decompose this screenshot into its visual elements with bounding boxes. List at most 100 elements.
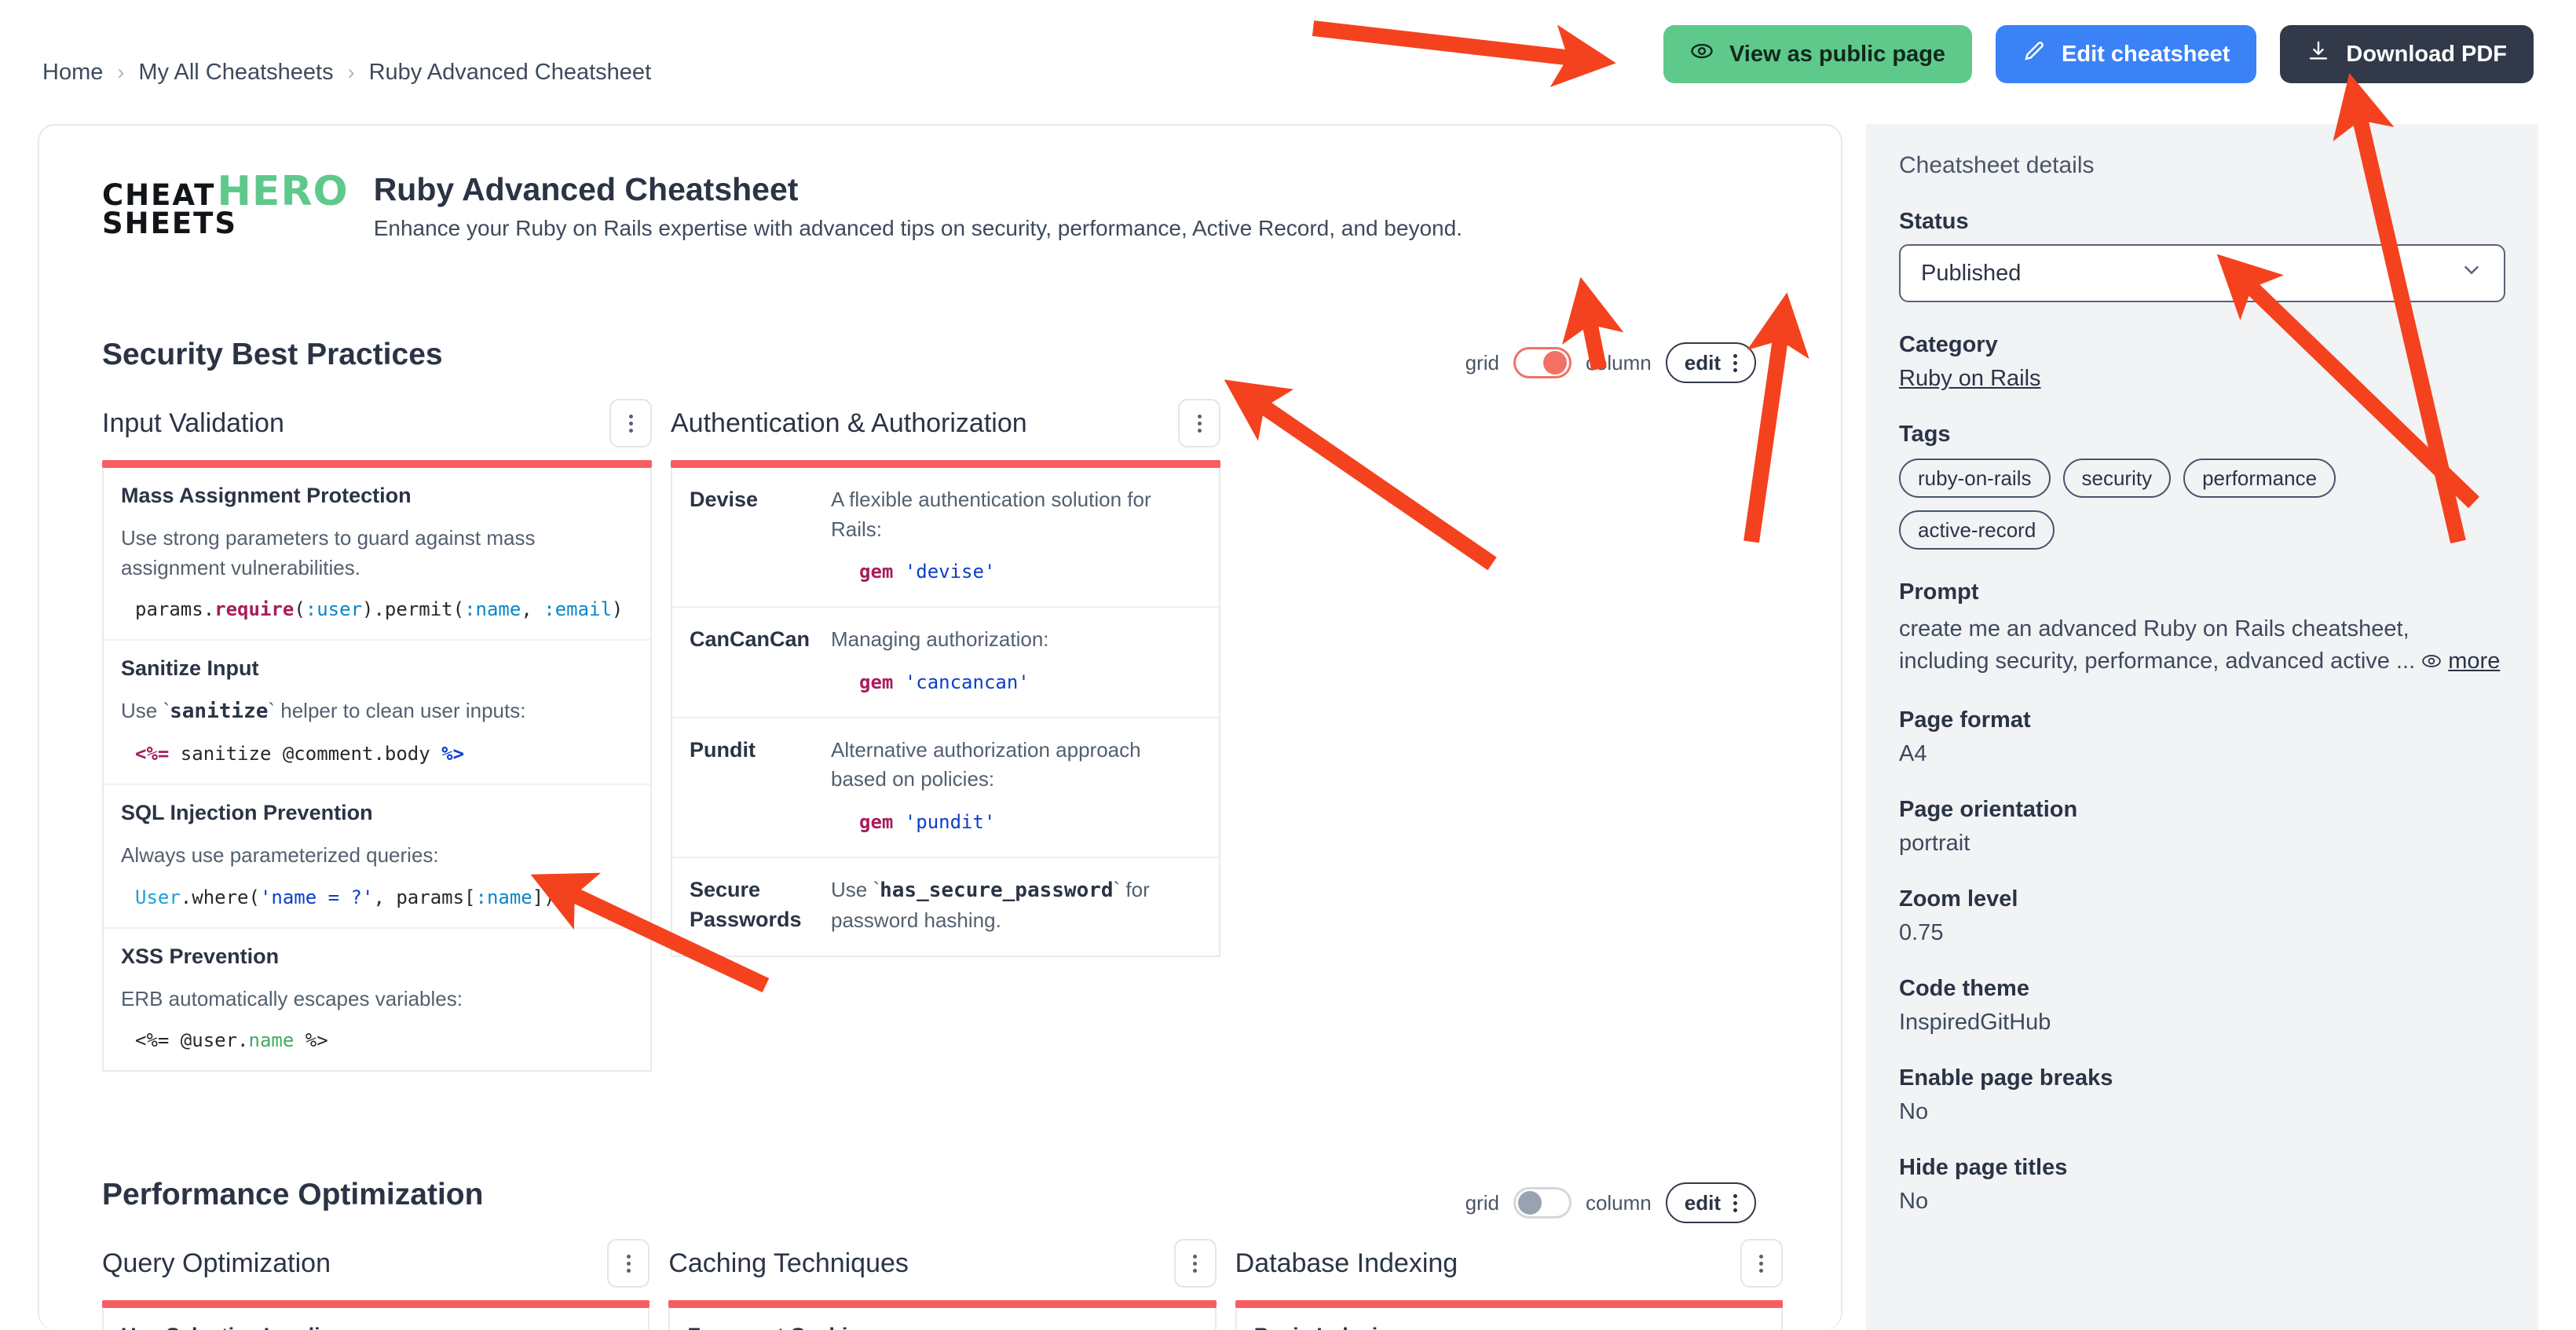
code-theme-value: InspiredGitHub xyxy=(1899,1010,2051,1036)
table-row: Devise A flexible authentication solutio… xyxy=(672,468,1219,608)
zoom-level-value: 0.75 xyxy=(1899,920,1944,946)
card-entry: Basic Indexing xyxy=(1237,1308,1781,1330)
toggle-knob xyxy=(1542,351,1567,375)
card-query-optimization: Query Optimization Use Selective Loading xyxy=(102,1234,650,1330)
section-cards: Query Optimization Use Selective Loading… xyxy=(102,1234,1783,1330)
row-key: CanCanCan xyxy=(690,627,810,652)
card-kebab-button[interactable] xyxy=(607,1239,650,1288)
section-edit-label: edit xyxy=(1684,350,1721,375)
row-code: gem 'devise' xyxy=(859,561,996,583)
entry-description: Use `sanitize` helper to clean user inpu… xyxy=(121,699,526,724)
tags-label: Tags xyxy=(1899,422,1951,447)
entry-code: params.require(:user).permit(:name, :ema… xyxy=(135,598,624,621)
entry-description: Always use parameterized queries: xyxy=(121,843,439,868)
row-key: Pundit xyxy=(690,737,756,762)
kebab-menu-icon[interactable] xyxy=(1733,353,1737,372)
grid-label: grid xyxy=(1465,350,1499,375)
category-label: Category xyxy=(1899,332,1998,357)
card-accent-bar xyxy=(671,460,1220,468)
row-description: Managing authorization: xyxy=(831,627,1049,652)
card-entry: XSS Prevention ERB automatically escapes… xyxy=(104,929,650,1071)
entry-description: ERB automatically escapes variables: xyxy=(121,986,463,1010)
entry-title: Fragment Caching xyxy=(687,1324,1197,1330)
entry-title: Use Selective Loading xyxy=(121,1324,631,1330)
kebab-menu-icon[interactable] xyxy=(1733,1193,1737,1212)
card-kebab-button[interactable] xyxy=(1740,1239,1783,1288)
card-kebab-button[interactable] xyxy=(609,399,652,448)
section-performance-optimization: Performance Optimization grid column edi… xyxy=(102,1178,1783,1330)
logo-cheat-text: CHEAT xyxy=(102,177,216,212)
tag-item[interactable]: security xyxy=(2062,459,2172,498)
eye-icon xyxy=(1690,39,1714,69)
prompt-more-link[interactable]: more xyxy=(2448,649,2500,674)
grid-column-toggle[interactable] xyxy=(1513,1187,1572,1219)
card-accent-bar xyxy=(102,1300,650,1308)
view-as-public-page-button[interactable]: View as public page xyxy=(1663,25,1973,83)
section-edit-button[interactable]: edit xyxy=(1665,342,1756,383)
section-cards: Input Validation Mass Assignment Protect… xyxy=(102,394,1783,1072)
row-description: A flexible authentication solution for R… xyxy=(831,488,1151,541)
top-bar: Home › My All Cheatsheets › Ruby Advance… xyxy=(0,0,2576,110)
table-row: Pundit Alternative authorization approac… xyxy=(672,718,1219,858)
row-description: Use `has_secure_password` for password h… xyxy=(831,877,1150,932)
column-label: column xyxy=(1585,350,1652,375)
edit-cheatsheet-button[interactable]: Edit cheatsheet xyxy=(1996,25,2257,83)
card-title: Input Validation xyxy=(102,407,284,438)
download-pdf-button[interactable]: Download PDF xyxy=(2280,25,2534,83)
page-subtitle: Enhance your Ruby on Rails expertise wit… xyxy=(373,216,1462,240)
logo-sheets-text: SHEETS xyxy=(102,206,238,241)
card-accent-bar xyxy=(668,1300,1217,1308)
card-entry: Sanitize Input Use `sanitize` helper to … xyxy=(104,641,650,786)
grid-label: grid xyxy=(1465,1190,1499,1215)
view-as-public-page-label: View as public page xyxy=(1729,41,1946,67)
cheatsheet-details-sidebar: Cheatsheet details Status Published Cate… xyxy=(1866,124,2538,1330)
category-link[interactable]: Ruby on Rails xyxy=(1899,366,2041,392)
hide-page-titles-label: Hide page titles xyxy=(1899,1155,2068,1181)
edit-cheatsheet-label: Edit cheatsheet xyxy=(2062,41,2230,67)
page-title: Ruby Advanced Cheatsheet xyxy=(373,171,799,207)
entry-code: <%= sanitize @comment.body %> xyxy=(135,743,465,765)
download-pdf-label: Download PDF xyxy=(2346,41,2507,67)
card-title: Caching Techniques xyxy=(668,1248,909,1278)
card-authentication-authorization: Authentication & Authorization Devise A … xyxy=(671,394,1220,1072)
section-controls: grid column edit xyxy=(1465,1182,1756,1223)
entry-code: User.where('name = ?', params[:name]) xyxy=(135,886,555,908)
breadcrumb-item-home[interactable]: Home xyxy=(42,60,103,86)
tag-item[interactable]: ruby-on-rails xyxy=(1899,459,2051,498)
row-key: Secure Passwords xyxy=(690,877,802,931)
grid-column-toggle[interactable] xyxy=(1513,347,1572,378)
chevron-down-icon xyxy=(2460,258,2483,288)
enable-page-breaks-label: Enable page breaks xyxy=(1899,1065,2113,1091)
tag-item[interactable]: performance xyxy=(2183,459,2336,498)
page-orientation-label: Page orientation xyxy=(1899,797,2078,823)
tag-item[interactable]: active-record xyxy=(1899,510,2055,550)
card-caching-techniques: Caching Techniques Fragment Caching xyxy=(668,1234,1217,1330)
toggle-knob xyxy=(1517,1191,1542,1215)
card-database-indexing: Database Indexing Basic Indexing xyxy=(1235,1234,1783,1330)
status-label: Status xyxy=(1899,209,1969,234)
breadcrumb-separator-icon: › xyxy=(117,60,125,84)
section-controls: grid column edit xyxy=(1465,342,1756,383)
section-edit-button[interactable]: edit xyxy=(1665,1182,1756,1223)
card-kebab-button[interactable] xyxy=(1178,399,1220,448)
table-row: Secure Passwords Use `has_secure_passwor… xyxy=(672,858,1219,955)
row-code: gem 'pundit' xyxy=(859,811,996,834)
status-select[interactable]: Published xyxy=(1899,244,2505,302)
cheatsheets-hero-logo: CHEAT HERO SHEETS xyxy=(102,171,349,241)
status-value: Published xyxy=(1921,260,2022,286)
entry-title: SQL Injection Prevention xyxy=(121,801,373,825)
card-entry: Mass Assignment Protection Use strong pa… xyxy=(104,468,650,641)
row-code: gem 'cancancan' xyxy=(859,670,1030,693)
row-description: Alternative authorization approach based… xyxy=(831,737,1141,791)
card-title: Query Optimization xyxy=(102,1248,331,1278)
eye-icon xyxy=(2421,649,2448,674)
column-label: column xyxy=(1585,1190,1652,1215)
card-kebab-button[interactable] xyxy=(1173,1239,1217,1288)
card-title: Authentication & Authorization xyxy=(671,407,1027,438)
breadcrumb-item-my-all-cheatsheets[interactable]: My All Cheatsheets xyxy=(138,60,333,86)
section-security-best-practices: Security Best Practices grid column edit… xyxy=(102,338,1783,1072)
pencil-icon xyxy=(2022,39,2046,69)
breadcrumb: Home › My All Cheatsheets › Ruby Advance… xyxy=(42,60,651,86)
row-key: Devise xyxy=(690,488,759,511)
page-orientation-value: portrait xyxy=(1899,831,1970,857)
